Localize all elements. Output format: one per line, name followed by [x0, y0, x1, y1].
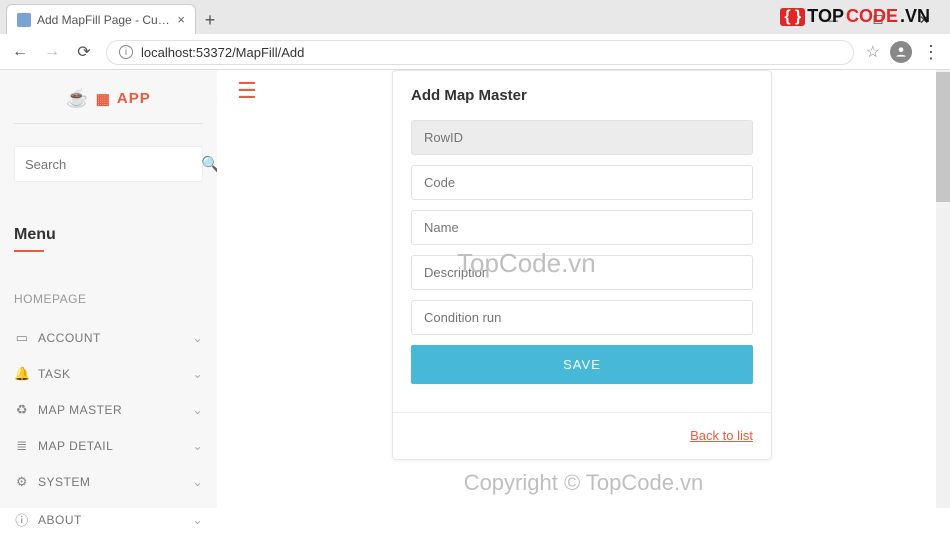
back-to-list-link[interactable]: Back to list	[690, 428, 753, 443]
sidebar: ☕ ▦ APP 🔍 Menu HOMEPAGE ▭ ACCOUNT ⌄ 🔔 TA…	[0, 70, 217, 508]
list-icon: ≣	[14, 438, 30, 454]
watermark-logo: { }TOPCODE.VN	[780, 6, 930, 27]
chevron-down-icon: ⌄	[192, 439, 203, 453]
tab-close-icon[interactable]: ×	[177, 12, 185, 27]
search-input[interactable]	[25, 157, 201, 172]
sidebar-item-label: MAP DETAIL	[38, 439, 113, 453]
url-bar[interactable]: i localhost:53372/MapFill/Add	[106, 40, 854, 65]
rowid-field	[411, 120, 753, 155]
chevron-down-icon: ⌄	[192, 475, 203, 489]
grid-icon: ▦	[96, 90, 111, 108]
chevron-down-icon: ⌄	[192, 331, 203, 345]
browser-tab[interactable]: Add MapFill Page - Customer Ca ×	[6, 4, 196, 34]
tab-title: Add MapFill Page - Customer Ca	[37, 13, 171, 27]
sidebar-item-system[interactable]: ⚙ SYSTEM ⌄	[14, 464, 203, 500]
app-name: APP	[117, 90, 151, 107]
hamburger-icon[interactable]: ☰	[237, 78, 257, 104]
sidebar-item-map-master[interactable]: ♻ MAP MASTER ⌄	[14, 392, 203, 428]
sidebar-item-task[interactable]: 🔔 TASK ⌄	[14, 356, 203, 392]
profile-avatar-icon[interactable]	[890, 41, 912, 63]
description-field[interactable]	[411, 255, 753, 290]
watermark-footer: Copyright © TopCode.vn	[217, 470, 950, 496]
page-scrollbar[interactable]	[936, 70, 950, 508]
sidebar-item-label: MAP MASTER	[38, 403, 122, 417]
sidebar-item-about[interactable]: ⓘ ABOUT ⌄	[14, 500, 203, 539]
tab-favicon	[17, 13, 31, 27]
address-bar: ← → ⟳ i localhost:53372/MapFill/Add ☆ ⋮	[0, 34, 950, 70]
chevron-down-icon: ⌄	[192, 403, 203, 417]
coffee-icon: ☕	[66, 88, 89, 109]
sidebar-item-label: HOMEPAGE	[14, 292, 86, 306]
new-tab-button[interactable]: +	[196, 6, 224, 34]
menu-list: HOMEPAGE ▭ ACCOUNT ⌄ 🔔 TASK ⌄ ♻ MAP MAST…	[14, 282, 203, 539]
bookmark-icon[interactable]: ☆	[866, 42, 880, 62]
condition-field[interactable]	[411, 300, 753, 335]
recycle-icon: ♻	[14, 402, 30, 418]
account-icon: ▭	[14, 330, 30, 346]
chevron-down-icon: ⌄	[192, 513, 203, 527]
sidebar-item-label: ABOUT	[38, 513, 82, 527]
bell-icon: 🔔	[14, 366, 30, 382]
sidebar-item-label: ACCOUNT	[38, 331, 101, 345]
sidebar-item-label: TASK	[38, 367, 70, 381]
info-icon: ⓘ	[14, 510, 30, 529]
form-title: Add Map Master	[393, 71, 771, 120]
browser-menu-icon[interactable]: ⋮	[922, 42, 940, 63]
nav-forward-icon[interactable]: →	[42, 43, 62, 61]
page-body: ☕ ▦ APP 🔍 Menu HOMEPAGE ▭ ACCOUNT ⌄ 🔔 TA…	[0, 70, 950, 508]
sidebar-item-map-detail[interactable]: ≣ MAP DETAIL ⌄	[14, 428, 203, 464]
menu-heading-underline	[14, 250, 44, 252]
sidebar-item-homepage[interactable]: HOMEPAGE	[14, 282, 203, 320]
chevron-down-icon: ⌄	[192, 367, 203, 381]
form-card: Add Map Master SAVE Back to list	[392, 70, 772, 460]
sidebar-item-account[interactable]: ▭ ACCOUNT ⌄	[14, 320, 203, 356]
nav-reload-icon[interactable]: ⟳	[74, 42, 94, 62]
scrollbar-thumb[interactable]	[936, 72, 950, 202]
code-field[interactable]	[411, 165, 753, 200]
save-button[interactable]: SAVE	[411, 345, 753, 384]
app-logo[interactable]: ☕ ▦ APP	[14, 88, 203, 124]
search-box[interactable]: 🔍	[14, 146, 203, 182]
main-content: ☰ TopCode.vn Add Map Master SAVE Back to…	[217, 70, 950, 508]
url-text: localhost:53372/MapFill/Add	[141, 45, 304, 60]
menu-heading: Menu	[14, 226, 203, 244]
nav-back-icon[interactable]: ←	[10, 43, 30, 61]
sidebar-item-label: SYSTEM	[38, 475, 90, 489]
gear-icon: ⚙	[14, 474, 30, 490]
site-info-icon[interactable]: i	[119, 45, 133, 59]
name-field[interactable]	[411, 210, 753, 245]
